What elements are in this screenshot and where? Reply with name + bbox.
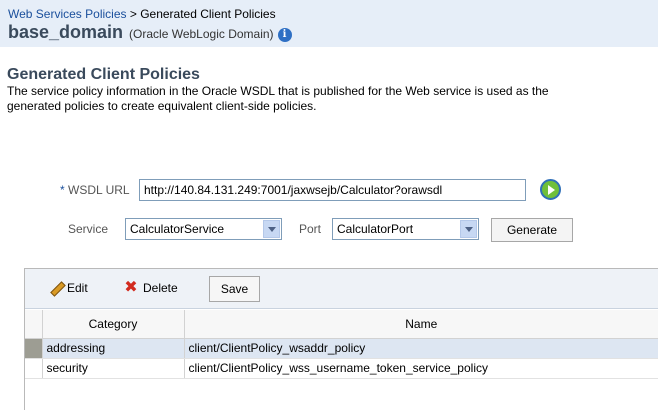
table-row[interactable]: security client/ClientPolicy_wss_usernam… (25, 358, 658, 379)
port-select-value: CalculatorPort (337, 222, 414, 236)
policies-table: Category Name addressing client/ClientPo… (25, 310, 658, 379)
description-line-2: generated policies to create equivalent … (7, 99, 317, 113)
required-marker: * (60, 183, 65, 197)
page-title: Generated Client Policies (7, 66, 200, 83)
wsdl-label-group: * WSDL URL (60, 183, 130, 197)
pencil-icon (47, 280, 63, 296)
table-header-row: Category Name (25, 310, 658, 339)
chevron-down-icon[interactable] (460, 220, 477, 238)
column-header-name[interactable]: Name (184, 310, 658, 339)
row-selector[interactable] (25, 358, 43, 379)
column-header-category[interactable]: Category (42, 310, 185, 339)
cell-name: client/ClientPolicy_wsaddr_policy (184, 338, 658, 359)
delete-button[interactable]: ✖ Delete (123, 278, 178, 298)
domain-type: (Oracle WebLogic Domain) (129, 27, 274, 41)
cell-category: addressing (42, 338, 185, 359)
header-bar: Web Services Policies > Generated Client… (0, 0, 658, 47)
table-row[interactable]: addressing client/ClientPolicy_wsaddr_po… (25, 338, 658, 359)
row-selector[interactable] (25, 338, 43, 359)
policies-table-panel: Edit ✖ Delete Save Category Name address… (24, 268, 658, 410)
go-arrow-icon[interactable] (540, 179, 561, 200)
save-button[interactable]: Save (209, 276, 260, 302)
breadcrumb-link-web-services-policies[interactable]: Web Services Policies (8, 7, 127, 21)
wsdl-url-input[interactable] (139, 179, 526, 201)
generate-button[interactable]: Generate (491, 218, 573, 242)
domain-title: base_domain (Oracle WebLogic Domain) i (8, 22, 292, 43)
port-label: Port (299, 222, 322, 236)
service-label: Service (68, 222, 109, 236)
wsdl-url-label: WSDL URL (68, 183, 130, 197)
service-select-value: CalculatorService (130, 222, 225, 236)
edit-label: Edit (67, 281, 88, 295)
red-x-icon: ✖ (124, 279, 138, 296)
table-toolbar: Edit ✖ Delete Save (25, 269, 658, 309)
breadcrumb-current: Generated Client Policies (140, 7, 276, 21)
page-description: The service policy information in the Or… (7, 84, 658, 114)
service-select[interactable]: CalculatorService (125, 218, 282, 240)
chevron-down-icon[interactable] (263, 220, 280, 238)
cell-name: client/ClientPolicy_wss_username_token_s… (184, 358, 658, 379)
delete-label: Delete (143, 281, 178, 295)
breadcrumb-separator: > (126, 7, 141, 21)
breadcrumb: Web Services Policies > Generated Client… (8, 7, 276, 21)
row-selector-header (25, 310, 43, 339)
description-line-1: The service policy information in the Or… (7, 84, 549, 98)
edit-button[interactable]: Edit (47, 278, 88, 298)
cell-category: security (42, 358, 185, 379)
domain-name: base_domain (8, 22, 124, 42)
port-select[interactable]: CalculatorPort (332, 218, 479, 240)
info-icon[interactable]: i (277, 28, 292, 42)
